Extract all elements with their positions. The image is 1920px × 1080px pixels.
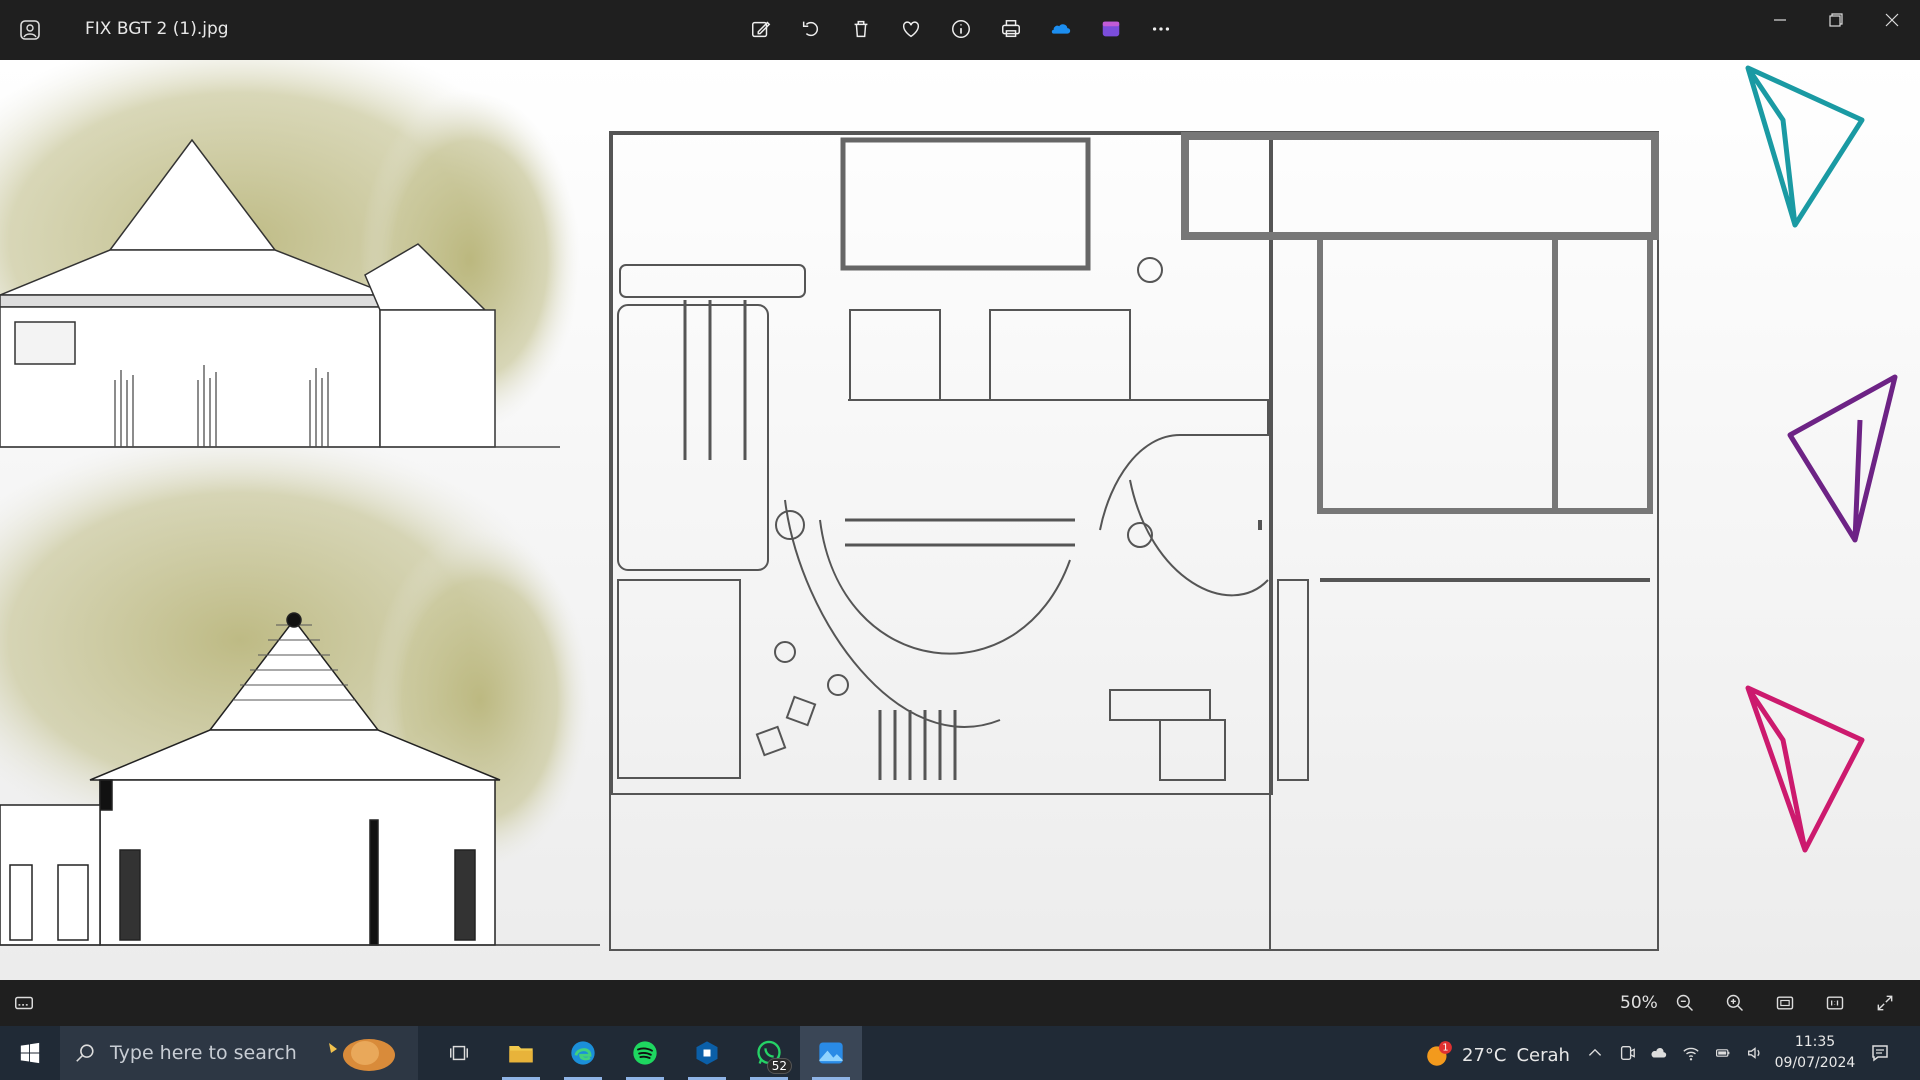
close-icon xyxy=(1885,13,1899,27)
windows-logo-icon xyxy=(20,1042,40,1064)
zoom-out-button[interactable] xyxy=(1670,988,1700,1018)
search-highlight-icon xyxy=(328,1039,395,1071)
image-toolbar xyxy=(746,14,1176,44)
notifications-button[interactable] xyxy=(1866,1040,1894,1066)
zoom-in-icon xyxy=(1726,994,1744,1012)
system-clock[interactable]: 11:35 09/07/2024 xyxy=(1760,1032,1870,1074)
taskbar-search[interactable]: Type here to search xyxy=(60,1026,418,1080)
actual-size-button[interactable] xyxy=(1820,988,1850,1018)
print-icon xyxy=(1002,20,1020,38)
fit-window-icon xyxy=(1776,996,1794,1010)
minimize-icon xyxy=(1774,19,1786,21)
file-explorer-app[interactable] xyxy=(490,1026,552,1080)
rotate-button[interactable] xyxy=(796,14,826,44)
edge-browser-icon xyxy=(571,1041,595,1065)
onedrive-tray-button[interactable] xyxy=(1648,1042,1670,1064)
favorite-button[interactable] xyxy=(896,14,926,44)
zoom-in-button[interactable] xyxy=(1720,988,1750,1018)
image-canvas[interactable] xyxy=(0,60,1920,980)
pinned-apps: 52 xyxy=(428,1026,862,1080)
svg-text:1: 1 xyxy=(1442,1043,1448,1054)
task-view-icon xyxy=(450,1045,468,1061)
actual-size-icon xyxy=(1826,996,1844,1010)
sketchup-icon xyxy=(696,1041,718,1065)
more-icon xyxy=(1152,27,1170,31)
spotify-app[interactable] xyxy=(614,1026,676,1080)
title-bar: FIX BGT 2 (1).jpg xyxy=(0,0,1920,60)
system-tray xyxy=(1584,1042,1766,1064)
edit-image-icon xyxy=(752,21,771,38)
file-title: FIX BGT 2 (1).jpg xyxy=(85,19,229,39)
start-button[interactable] xyxy=(0,1026,60,1080)
task-view-button[interactable] xyxy=(428,1026,490,1080)
search-placeholder: Type here to search xyxy=(110,1042,297,1064)
clock-date: 09/07/2024 xyxy=(1774,1055,1856,1071)
restore-icon xyxy=(1829,13,1843,27)
network-button[interactable] xyxy=(1680,1042,1702,1064)
minimize-button[interactable] xyxy=(1752,0,1808,40)
photos-app[interactable] xyxy=(800,1026,862,1080)
architectural-drawing xyxy=(0,60,1920,980)
notification-icon xyxy=(1872,1045,1888,1062)
info-icon xyxy=(952,20,970,38)
close-button[interactable] xyxy=(1864,0,1920,40)
weather-icon: 1 xyxy=(1427,1041,1452,1066)
battery-icon xyxy=(1716,1049,1730,1057)
weather-temperature: 27°C xyxy=(1462,1044,1507,1066)
rotate-icon xyxy=(802,21,818,37)
search-icon xyxy=(76,1044,94,1062)
delete-button[interactable] xyxy=(846,14,876,44)
sketchup-app[interactable] xyxy=(676,1026,738,1080)
wifi-icon xyxy=(1683,1047,1699,1061)
delete-icon xyxy=(854,20,868,38)
device-icon xyxy=(1620,1046,1635,1060)
whatsapp-app[interactable]: 52 xyxy=(738,1026,800,1080)
onedrive-icon xyxy=(1051,24,1071,34)
print-button[interactable] xyxy=(996,14,1026,44)
fullscreen-button[interactable] xyxy=(1870,988,1900,1018)
zoom-tools xyxy=(1670,988,1900,1018)
clock-time: 11:35 xyxy=(1794,1034,1836,1050)
filmstrip-icon xyxy=(15,996,33,1010)
photos-icon xyxy=(819,1042,843,1064)
whatsapp-unread-badge: 52 xyxy=(766,1058,792,1074)
folder-icon xyxy=(509,1046,533,1063)
zoom-level[interactable]: 50% xyxy=(1620,993,1658,1013)
spotify-icon xyxy=(633,1041,657,1065)
expand-icon xyxy=(1877,995,1893,1011)
info-button[interactable] xyxy=(946,14,976,44)
onedrive-button[interactable] xyxy=(1046,14,1076,44)
filmstrip-button[interactable] xyxy=(10,990,38,1016)
windows-taskbar: Type here to search 52 1 27°C Cerah 11:3… xyxy=(0,1026,1920,1080)
clipchamp-icon xyxy=(1102,21,1120,37)
edge-app[interactable] xyxy=(552,1026,614,1080)
meet-now-button[interactable] xyxy=(1616,1042,1638,1064)
window-controls xyxy=(1752,0,1920,40)
heart-icon xyxy=(902,21,920,38)
edit-image-button[interactable] xyxy=(746,14,776,44)
restore-button[interactable] xyxy=(1808,0,1864,40)
weather-condition: Cerah xyxy=(1516,1044,1570,1066)
show-hidden-icons-button[interactable] xyxy=(1584,1042,1606,1064)
viewer-status-bar: 50% xyxy=(0,980,1920,1026)
clipchamp-button[interactable] xyxy=(1096,14,1126,44)
fit-to-window-button[interactable] xyxy=(1770,988,1800,1018)
weather-widget[interactable]: 1 27°C Cerah xyxy=(1424,1040,1570,1070)
photos-app-icon xyxy=(18,18,42,42)
more-button[interactable] xyxy=(1146,14,1176,44)
chevron-up-icon xyxy=(1588,1048,1602,1056)
cloud-icon xyxy=(1651,1048,1667,1058)
battery-button[interactable] xyxy=(1712,1042,1734,1064)
zoom-out-icon xyxy=(1676,994,1694,1012)
